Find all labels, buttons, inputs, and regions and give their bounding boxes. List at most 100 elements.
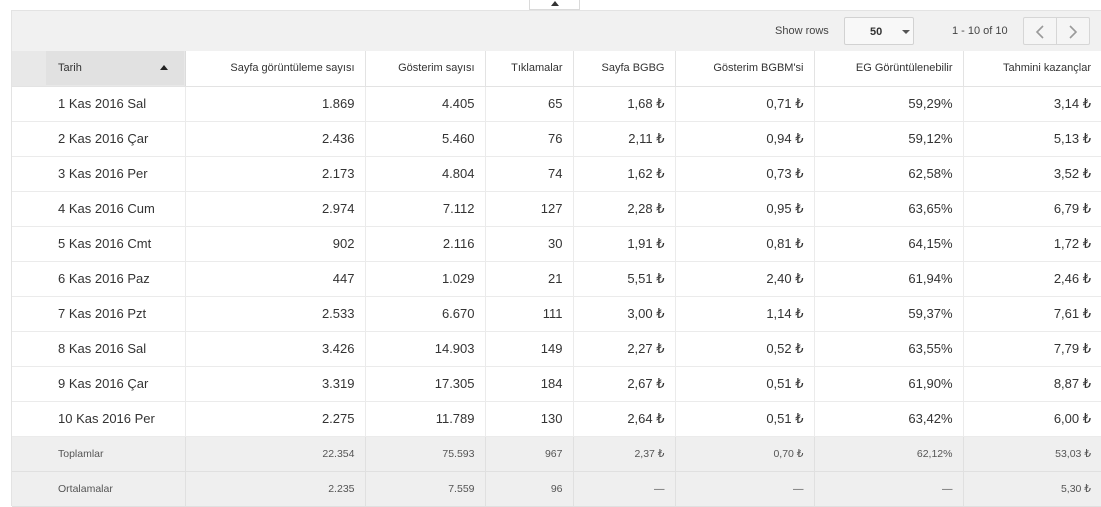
next-page-button[interactable] (1056, 17, 1090, 45)
average-cell: 96 (485, 471, 574, 507)
metric-cell: 6,00 ₺ (963, 401, 1101, 437)
table-row: 4 Kas 2016 Cum 2.974 7.112 127 2,28 ₺ 0,95 ₺ 6… (12, 191, 1101, 227)
table-row: 7 Kas 2016 Pzt 2.533 6.670 111 3,00 ₺ 1,14 ₺ 5… (12, 296, 1101, 332)
table-header-row: Tarih Sayfa görüntüleme sayısı Gösterim … (12, 51, 1101, 87)
metric-cell: 2.974 (185, 191, 366, 227)
previous-page-button[interactable] (1023, 17, 1057, 45)
column-header-label: Tarih (58, 62, 82, 74)
collapse-tab[interactable] (529, 0, 580, 10)
metric-cell: 127 (485, 191, 574, 227)
table-row: 8 Kas 2016 Sal 3.426 14.903 149 2,27 ₺ 0,52 ₺… (12, 331, 1101, 367)
metric-cell: 64,15% (814, 226, 964, 262)
column-header-page-views[interactable]: Sayfa görüntüleme sayısı (185, 51, 366, 87)
metric-cell: 5,51 ₺ (573, 261, 676, 297)
date-cell: 2 Kas 2016 Çar (12, 121, 186, 157)
date-cell: 10 Kas 2016 Per (12, 401, 186, 437)
metric-cell: 5.460 (365, 121, 486, 157)
table-row: 9 Kas 2016 Çar 3.319 17.305 184 2,67 ₺ 0,51 ₺… (12, 366, 1101, 402)
table-body: 1 Kas 2016 Sal 1.869 4.405 65 1,68 ₺ 0,71 ₺ 59… (12, 86, 1101, 437)
metric-cell: 1,72 ₺ (963, 226, 1101, 262)
metric-cell: 4.804 (365, 156, 486, 192)
metric-cell: 11.789 (365, 401, 486, 437)
metric-cell: 3,00 ₺ (573, 296, 676, 332)
chevron-down-icon (902, 30, 910, 34)
metric-cell: 2.116 (365, 226, 486, 262)
column-header-date[interactable]: Tarih (12, 51, 186, 87)
table-row: 5 Kas 2016 Cmt 902 2.116 30 1,91 ₺ 0,81 ₺ 64,1… (12, 226, 1101, 262)
table-toolbar: Show rows 50 1 - 10 of 10 (12, 10, 1101, 51)
table-row: 3 Kas 2016 Per 2.173 4.804 74 1,62 ₺ 0,73 ₺ 62… (12, 156, 1101, 192)
metric-cell: 3.319 (185, 366, 366, 402)
metric-cell: 8,87 ₺ (963, 366, 1101, 402)
average-cell: 7.559 (365, 471, 486, 507)
table-row: 2 Kas 2016 Çar 2.436 5.460 76 2,11 ₺ 0,94 ₺ 59… (12, 121, 1101, 157)
metric-cell: 130 (485, 401, 574, 437)
average-cell: — (573, 471, 676, 507)
metric-cell: 1.869 (185, 86, 366, 122)
metric-cell: 2,11 ₺ (573, 121, 676, 157)
metric-cell: 63,55% (814, 331, 964, 367)
chevron-left-icon (1035, 25, 1044, 39)
metric-cell: 3.426 (185, 331, 366, 367)
metric-cell: 3,52 ₺ (963, 156, 1101, 192)
date-cell: 8 Kas 2016 Sal (12, 331, 186, 367)
metric-cell: 1,91 ₺ (573, 226, 676, 262)
column-header-clicks[interactable]: Tıklamalar (485, 51, 574, 87)
metric-cell: 59,12% (814, 121, 964, 157)
chevron-right-icon (1069, 25, 1078, 39)
metric-cell: 0,73 ₺ (675, 156, 815, 192)
date-cell: 7 Kas 2016 Pzt (12, 296, 186, 332)
table-row: 6 Kas 2016 Paz 447 1.029 21 5,51 ₺ 2,40 ₺ 61,9… (12, 261, 1101, 297)
column-header-impressions[interactable]: Gösterim sayısı (365, 51, 486, 87)
metric-cell: 0,51 ₺ (675, 366, 815, 402)
metric-cell: 6.670 (365, 296, 486, 332)
column-header-impression-rpm[interactable]: Gösterim BGBM'si (675, 51, 815, 87)
average-cell: — (814, 471, 964, 507)
metric-cell: 111 (485, 296, 574, 332)
metric-cell: 2,67 ₺ (573, 366, 676, 402)
metric-cell: 63,65% (814, 191, 964, 227)
date-cell: 6 Kas 2016 Paz (12, 261, 186, 297)
metric-cell: 149 (485, 331, 574, 367)
metric-cell: 2.533 (185, 296, 366, 332)
average-cell: 2.235 (185, 471, 366, 507)
total-cell: 22.354 (185, 435, 366, 472)
metric-cell: 17.305 (365, 366, 486, 402)
metric-cell: 0,95 ₺ (675, 191, 815, 227)
metric-cell: 1.029 (365, 261, 486, 297)
earnings-report-table: Tarih Sayfa görüntüleme sayısı Gösterim … (12, 51, 1101, 507)
metric-cell: 3,14 ₺ (963, 86, 1101, 122)
metric-cell: 7,61 ₺ (963, 296, 1101, 332)
metric-cell: 2,40 ₺ (675, 261, 815, 297)
total-cell: 967 (485, 435, 574, 472)
metric-cell: 59,37% (814, 296, 964, 332)
averages-label: Ortalamalar (12, 471, 186, 507)
metric-cell: 30 (485, 226, 574, 262)
metric-cell: 61,90% (814, 366, 964, 402)
metric-cell: 1,68 ₺ (573, 86, 676, 122)
metric-cell: 1,62 ₺ (573, 156, 676, 192)
metric-cell: 902 (185, 226, 366, 262)
metric-cell: 74 (485, 156, 574, 192)
column-header-page-rpm[interactable]: Sayfa BGBG (573, 51, 676, 87)
table-row: 1 Kas 2016 Sal 1.869 4.405 65 1,68 ₺ 0,71 ₺ 59… (12, 86, 1101, 122)
date-cell: 4 Kas 2016 Cum (12, 191, 186, 227)
date-cell: 5 Kas 2016 Cmt (12, 226, 186, 262)
metric-cell: 2,46 ₺ (963, 261, 1101, 297)
metric-cell: 65 (485, 86, 574, 122)
metric-cell: 7.112 (365, 191, 486, 227)
total-cell: 53,03 ₺ (963, 435, 1101, 472)
date-cell: 3 Kas 2016 Per (12, 156, 186, 192)
column-header-estimated-earnings[interactable]: Tahmini kazançlar (963, 51, 1101, 87)
column-header-active-view-viewable[interactable]: EG Görüntülenebilir (814, 51, 964, 87)
rows-per-page-select[interactable]: 50 (844, 17, 914, 45)
pagination-range: 1 - 10 of 10 (952, 25, 1008, 37)
average-cell: — (675, 471, 815, 507)
metric-cell: 63,42% (814, 401, 964, 437)
metric-cell: 21 (485, 261, 574, 297)
metric-cell: 76 (485, 121, 574, 157)
date-cell: 1 Kas 2016 Sal (12, 86, 186, 122)
metric-cell: 6,79 ₺ (963, 191, 1101, 227)
totals-label: Toplamlar (12, 435, 186, 472)
table-row: 10 Kas 2016 Per 2.275 11.789 130 2,64 ₺ 0,51 … (12, 401, 1101, 437)
